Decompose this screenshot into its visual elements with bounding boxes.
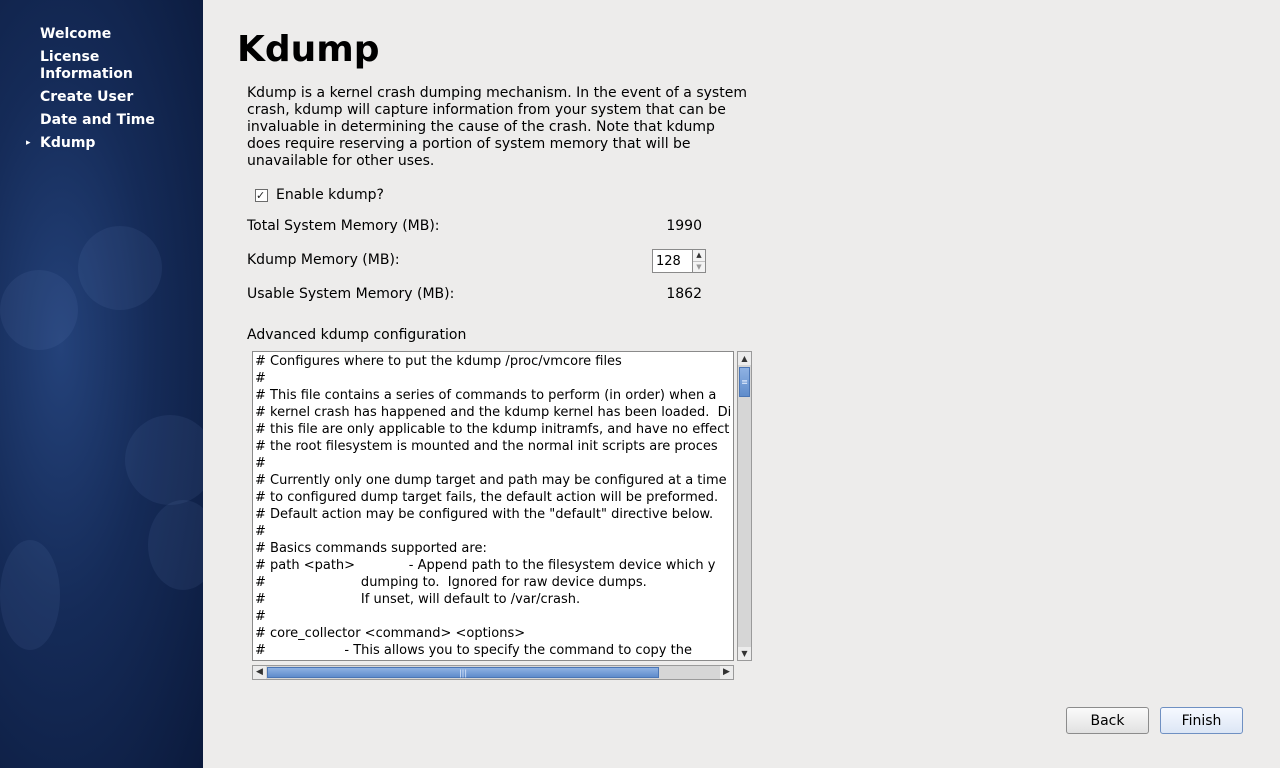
decorative-bubble bbox=[0, 540, 60, 650]
sidebar-item-label: License Information bbox=[40, 49, 133, 82]
vertical-scrollbar[interactable]: ▲ ≡ ▼ bbox=[737, 351, 752, 661]
scroll-right-icon[interactable]: ▶ bbox=[720, 666, 733, 679]
sidebar-item-create-user[interactable]: Create User bbox=[40, 89, 200, 106]
current-step-arrow-icon: ▸ bbox=[26, 138, 31, 148]
grip-icon: ≡ bbox=[741, 377, 748, 387]
enable-kdump-label: Enable kdump? bbox=[276, 187, 384, 203]
decorative-bubble bbox=[148, 500, 203, 590]
config-text: # Configures where to put the kdump /pro… bbox=[255, 354, 732, 658]
sidebar: Welcome License Information Create User … bbox=[0, 0, 203, 768]
sidebar-item-kdump[interactable]: ▸ Kdump bbox=[26, 135, 200, 152]
grip-icon: ||| bbox=[458, 668, 468, 677]
decorative-bubble bbox=[78, 226, 162, 310]
decorative-bubble bbox=[0, 270, 78, 350]
back-button[interactable]: Back bbox=[1066, 707, 1149, 734]
finish-button[interactable]: Finish bbox=[1160, 707, 1243, 734]
enable-kdump-checkbox[interactable]: Enable kdump? bbox=[255, 187, 384, 204]
horizontal-scrollbar[interactable]: ◀ ||| ▶ bbox=[252, 665, 734, 680]
page-description: Kdump is a kernel crash dumping mechanis… bbox=[247, 85, 747, 169]
checkbox-checked-icon[interactable] bbox=[255, 187, 268, 204]
total-memory-value: 1990 bbox=[666, 218, 702, 234]
sidebar-item-license-information[interactable]: License Information bbox=[40, 49, 200, 83]
sidebar-item-date-and-time[interactable]: Date and Time bbox=[40, 112, 200, 129]
sidebar-item-label: Create User bbox=[40, 89, 134, 105]
usable-memory-value: 1862 bbox=[666, 286, 702, 302]
sidebar-item-label: Date and Time bbox=[40, 112, 155, 128]
sidebar-item-label: Welcome bbox=[40, 26, 112, 42]
spinner-up-icon[interactable]: ▲ bbox=[693, 250, 705, 261]
sidebar-item-label: Kdump bbox=[40, 135, 96, 151]
sidebar-nav: Welcome License Information Create User … bbox=[26, 26, 200, 158]
vertical-scroll-thumb[interactable]: ≡ bbox=[739, 367, 750, 397]
spinner-down-icon[interactable]: ▼ bbox=[693, 261, 705, 273]
spinner-arrows: ▲ ▼ bbox=[692, 249, 706, 273]
advanced-config-textarea[interactable]: # Configures where to put the kdump /pro… bbox=[252, 351, 734, 661]
decorative-bubble bbox=[125, 415, 203, 505]
sidebar-item-welcome[interactable]: Welcome bbox=[40, 26, 200, 43]
scroll-up-icon[interactable]: ▲ bbox=[738, 352, 751, 365]
scroll-left-icon[interactable]: ◀ bbox=[253, 666, 266, 679]
usable-memory-label: Usable System Memory (MB): bbox=[247, 286, 455, 302]
horizontal-scroll-thumb[interactable]: ||| bbox=[267, 667, 659, 678]
kdump-memory-label: Kdump Memory (MB): bbox=[247, 252, 400, 268]
scroll-down-icon[interactable]: ▼ bbox=[738, 647, 751, 660]
advanced-config-label: Advanced kdump configuration bbox=[247, 327, 467, 343]
kdump-memory-spinner[interactable]: ▲ ▼ bbox=[652, 249, 712, 273]
total-memory-label: Total System Memory (MB): bbox=[247, 218, 440, 234]
page-title: Kdump bbox=[237, 29, 380, 70]
kdump-memory-input[interactable] bbox=[652, 249, 692, 273]
main-content: Kdump Kdump is a kernel crash dumping me… bbox=[203, 0, 1280, 768]
